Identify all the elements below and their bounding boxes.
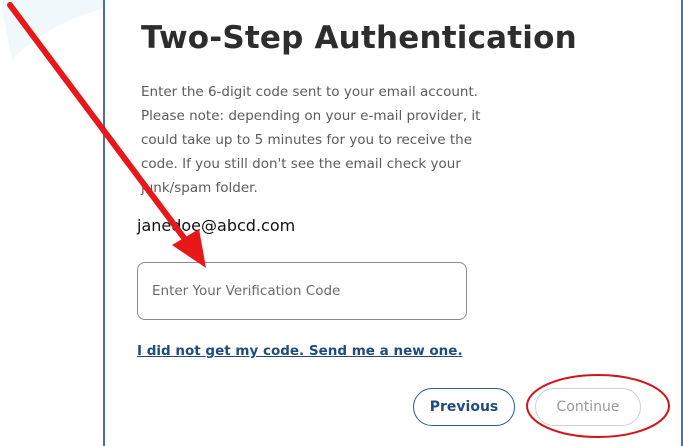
resend-code-link[interactable]: I did not get my code. Send me a new one… [137,343,463,359]
continue-button[interactable]: Continue [535,388,641,426]
instructions-text: Enter the 6-digit code sent to your emai… [141,84,481,196]
two-step-auth-card: Two-Step Authentication Enter the 6-digi… [103,0,683,446]
page-title: Two-Step Authentication [141,20,577,56]
email-address: janedoe@abcd.com [137,216,296,235]
previous-button[interactable]: Previous [413,388,515,426]
verification-code-input[interactable] [137,262,467,320]
